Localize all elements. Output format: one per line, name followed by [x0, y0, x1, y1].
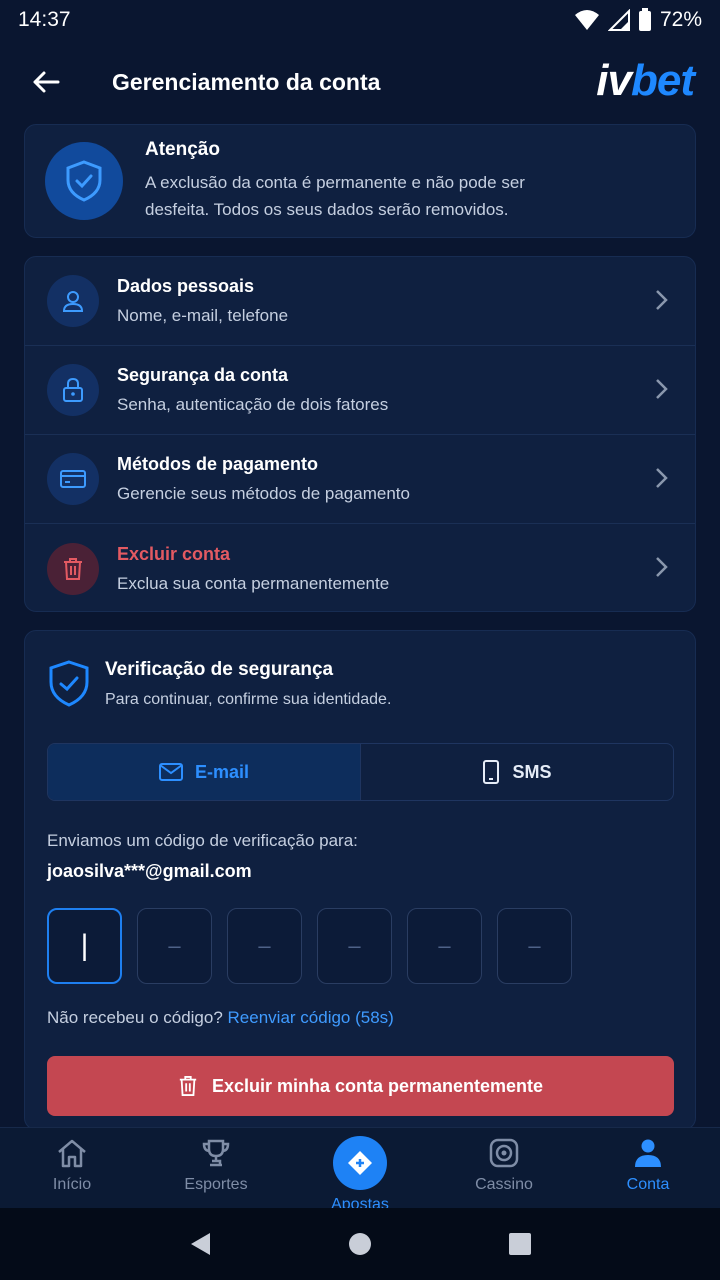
nav-item-inicio[interactable]: Início	[0, 1128, 144, 1194]
verification-title: Verificação de segurança	[105, 659, 334, 680]
menu-item-subtitle: Gerencie seus métodos de pagamento	[117, 484, 410, 503]
chevron-right-icon	[656, 468, 668, 488]
shield-check-icon	[45, 142, 123, 220]
masked-email: joaosilva***@gmail.com	[47, 861, 252, 881]
menu-item-title: Métodos de pagamento	[117, 454, 319, 474]
trash-icon	[47, 542, 99, 595]
nav-label: Conta	[626, 1176, 670, 1193]
chevron-right-icon	[656, 379, 668, 399]
nav-label: Esportes	[184, 1176, 248, 1193]
system-navigation-bar	[0, 1208, 720, 1280]
nav-item-cassino[interactable]: Cassino	[432, 1128, 576, 1194]
card-icon	[47, 453, 99, 505]
menu-item-title: Segurança da conta	[117, 365, 289, 385]
tab-sms[interactable]: SMS	[361, 744, 673, 800]
shield-check-icon	[49, 660, 89, 707]
chevron-right-icon	[656, 290, 668, 310]
menu-item-payment-methods[interactable]: Métodos de pagamento Gerencie seus métod…	[25, 435, 695, 524]
person-icon	[635, 1139, 661, 1167]
otp-digit-input[interactable]: |	[47, 908, 122, 984]
menu-item-title: Excluir conta	[117, 543, 231, 564]
battery-percent: 72%	[659, 8, 702, 31]
code-sent-label: Enviamos um código de verificação para:	[47, 831, 358, 850]
nav-item-conta[interactable]: Conta	[576, 1128, 720, 1194]
tab-email[interactable]: E-mail	[48, 744, 361, 800]
menu-item-subtitle: Exclua sua conta permanentemente	[117, 573, 390, 593]
resend-row: Não recebeu o código? Reenviar código (5…	[47, 1008, 673, 1028]
nav-item-apostas[interactable]: Apostas	[288, 1128, 432, 1214]
resend-prompt: Não recebeu o código?	[47, 1008, 223, 1027]
otp-digit-input[interactable]: –	[497, 908, 572, 984]
verification-subtitle: Para continuar, confirme sua identidade.	[105, 691, 392, 708]
ticket-icon	[333, 1136, 387, 1190]
nav-label: Cassino	[475, 1176, 533, 1193]
warning-text-line1: A exclusão da conta é permanente e não p…	[145, 173, 525, 192]
user-icon	[47, 275, 99, 327]
tab-email-label: E-mail	[194, 761, 250, 782]
mail-icon	[158, 763, 183, 781]
home-icon	[58, 1139, 86, 1168]
status-time: 14:37	[18, 8, 71, 31]
nav-label: Início	[52, 1176, 92, 1193]
otp-digit-input[interactable]: –	[407, 908, 482, 984]
wifi-icon	[574, 10, 599, 30]
lock-icon	[47, 364, 99, 416]
menu-item-subtitle: Senha, autenticação de dois fatores	[117, 395, 389, 414]
battery-icon	[638, 8, 651, 31]
back-button[interactable]	[24, 60, 68, 104]
tab-sms-label: SMS	[512, 761, 552, 782]
warning-text-line2: desfeita. Todos os seus dados serão remo…	[145, 200, 509, 219]
trash-icon	[179, 1076, 197, 1096]
back-triangle-icon[interactable]	[188, 1231, 212, 1257]
bottom-navigation: Início Esportes Apostas Cassino Conta	[0, 1127, 720, 1213]
menu-item-subtitle: Nome, e-mail, telefone	[117, 306, 289, 325]
page-title: Gerenciamento da conta	[112, 68, 381, 95]
recents-square-icon[interactable]	[508, 1232, 532, 1256]
warning-card: Atenção A exclusão da conta é permanente…	[24, 124, 696, 238]
status-bar: 14:37 72%	[0, 0, 720, 40]
nav-item-esportes[interactable]: Esportes	[144, 1128, 288, 1194]
menu-item-account-security[interactable]: Segurança da conta Senha, autenticação d…	[25, 346, 695, 435]
menu-item-personal-data[interactable]: Dados pessoais Nome, e-mail, telefone	[25, 257, 695, 346]
otp-digit-input[interactable]: –	[137, 908, 212, 984]
status-icons: 72%	[574, 8, 702, 32]
resend-code-link[interactable]: Reenviar código (58s)	[228, 1008, 394, 1027]
delete-account-button-label: Excluir minha conta permanentemente	[211, 1075, 544, 1096]
home-circle-icon[interactable]	[348, 1232, 372, 1256]
signal-icon	[607, 9, 630, 31]
delete-account-button[interactable]: Excluir minha conta permanentemente	[47, 1056, 674, 1116]
trophy-icon	[202, 1139, 230, 1167]
account-menu: Dados pessoais Nome, e-mail, telefone Se…	[24, 256, 696, 612]
menu-item-delete-account[interactable]: Excluir conta Exclua sua conta permanent…	[25, 524, 695, 613]
otp-input-group: | – – – – –	[47, 908, 673, 984]
verification-method-tabs: E-mail SMS	[47, 743, 674, 801]
otp-digit-input[interactable]: –	[317, 908, 392, 984]
casino-icon	[489, 1138, 519, 1168]
security-verification-card: Verificação de segurança Para continuar,…	[24, 630, 696, 1130]
chevron-right-icon	[656, 557, 668, 577]
warning-title: Atenção	[145, 139, 220, 160]
otp-digit-input[interactable]: –	[227, 908, 302, 984]
app-header: Gerenciamento da conta ivbet	[0, 40, 720, 124]
arrow-left-icon	[33, 71, 60, 93]
ivbet-logo: ivbet	[596, 56, 695, 105]
phone-icon	[483, 760, 500, 784]
menu-item-title: Dados pessoais	[117, 276, 255, 296]
